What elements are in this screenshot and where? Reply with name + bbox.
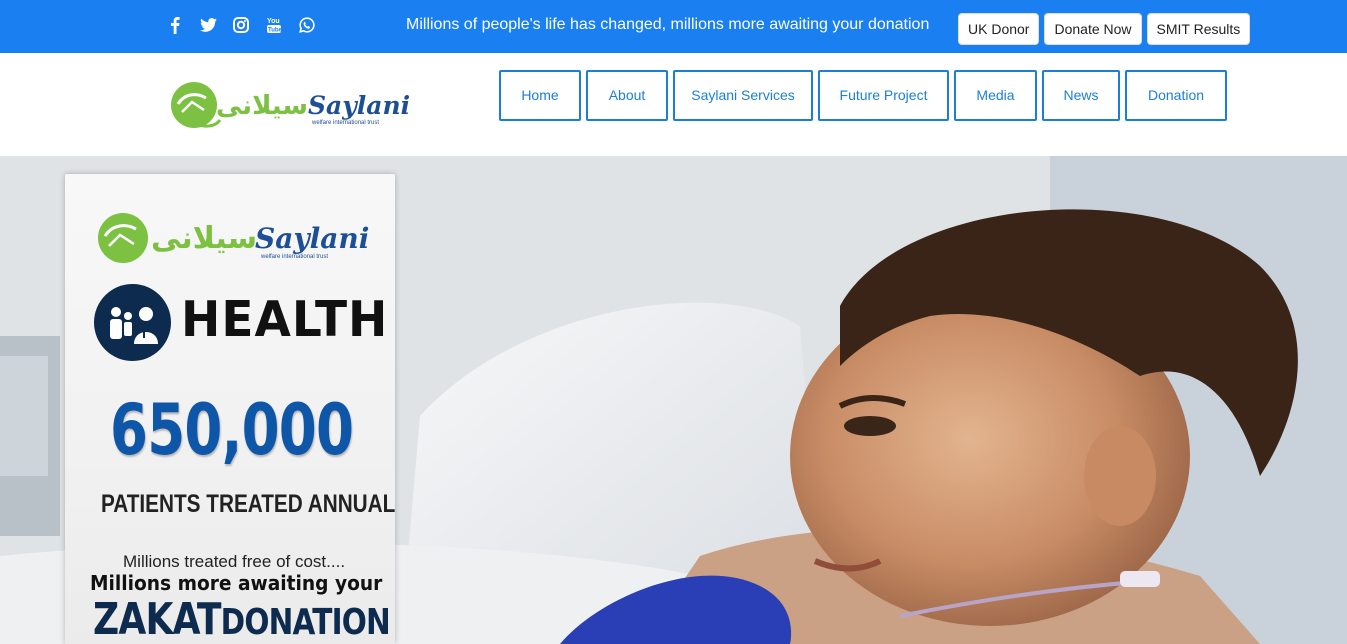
- donation-word: DONATION: [220, 602, 391, 643]
- free-of-cost-text: Millions treated free of cost....: [123, 552, 346, 571]
- top-bar: You Tube Millions of people's life has ch…: [0, 0, 1347, 53]
- uk-donor-button[interactable]: UK Donor: [958, 13, 1040, 45]
- card-saylani-logo: سیلانی Saylani welfare international tru…: [98, 213, 369, 263]
- nav-saylani-services[interactable]: Saylani Services: [673, 70, 813, 121]
- health-title: HEALTH: [181, 290, 389, 349]
- saylani-logo[interactable]: سیلانی Saylani welfare international tru…: [168, 74, 413, 136]
- nav-about[interactable]: About: [586, 70, 668, 121]
- logo-urdu: سیلانی: [216, 91, 308, 121]
- health-family-icon: [94, 284, 171, 361]
- donate-now-button[interactable]: Donate Now: [1044, 13, 1142, 45]
- nav-news[interactable]: News: [1042, 70, 1120, 121]
- patients-caption: PATIENTS TREATED ANNUALLY: [101, 490, 395, 518]
- card-logo-urdu: سیلانی: [151, 221, 257, 256]
- zakat-word: ZAKAT: [93, 594, 221, 644]
- main-nav: Home About Saylani Services Future Proje…: [499, 70, 1227, 121]
- social-links: You Tube: [165, 14, 317, 36]
- svg-text:You: You: [267, 18, 280, 25]
- card-logo-tagline: welfare international trust: [260, 254, 328, 260]
- whatsapp-icon[interactable]: [297, 14, 317, 36]
- instagram-icon[interactable]: [231, 14, 251, 36]
- twitter-icon[interactable]: [198, 14, 218, 36]
- logo-text: Saylani: [308, 91, 410, 120]
- nav-home[interactable]: Home: [499, 70, 581, 121]
- facebook-icon[interactable]: [165, 14, 185, 36]
- top-buttons: UK Donor Donate Now SMIT Results: [958, 13, 1251, 45]
- tagline: Millions of people's life has changed, m…: [406, 16, 930, 33]
- smit-results-button[interactable]: SMIT Results: [1146, 13, 1251, 45]
- card-logo-text: Saylani: [255, 222, 369, 255]
- zakat-donation-heading: ZAKATDONATION: [93, 594, 391, 644]
- patients-count: 650,000: [110, 389, 354, 471]
- health-promo-card[interactable]: سیلانی Saylani welfare international tru…: [65, 174, 395, 644]
- svg-text:Tube: Tube: [268, 28, 281, 34]
- nav-future-project[interactable]: Future Project: [818, 70, 949, 121]
- nav-media[interactable]: Media: [954, 70, 1037, 121]
- nav-donation[interactable]: Donation: [1125, 70, 1227, 121]
- awaiting-text: Millions more awaiting your: [90, 571, 383, 595]
- youtube-icon[interactable]: You Tube: [264, 14, 284, 36]
- logo-tagline: welfare international trust: [311, 120, 379, 126]
